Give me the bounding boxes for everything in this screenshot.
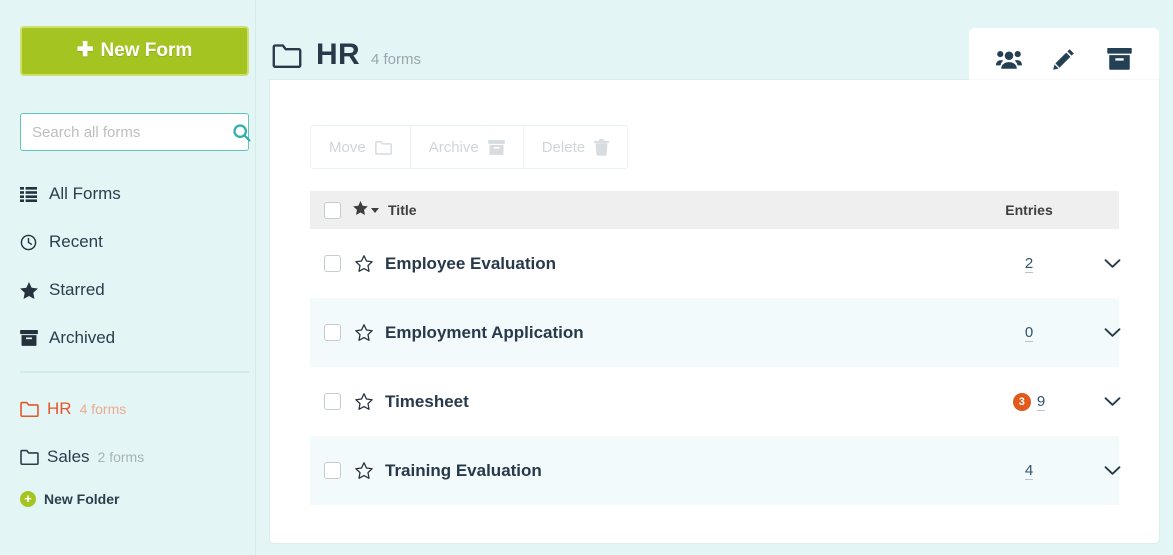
- sidebar-nav: All Forms Recent Starred Archived: [20, 179, 235, 353]
- folder-icon: [272, 43, 302, 68]
- entries-count-link[interactable]: 9: [1036, 393, 1046, 411]
- entries-cell: 3 9: [939, 392, 1121, 411]
- column-header-title: Title: [388, 202, 417, 218]
- search-icon[interactable]: [231, 122, 252, 143]
- entries-cell: 0: [939, 324, 1121, 342]
- folder-icon: [20, 401, 39, 417]
- page-subtitle: 4 forms: [370, 50, 421, 68]
- star-outline-icon[interactable]: [355, 393, 373, 410]
- edit-pencil-icon[interactable]: [1044, 39, 1084, 79]
- circle-plus-icon: +: [20, 491, 36, 507]
- move-button[interactable]: Move: [310, 125, 410, 169]
- entries-cell: 2: [939, 255, 1121, 273]
- chevron-down-icon[interactable]: [1104, 327, 1121, 338]
- sidebar-divider: [20, 371, 249, 373]
- table-row[interactable]: Training Evaluation 4: [310, 436, 1121, 505]
- sort-by-star-control[interactable]: [353, 200, 379, 220]
- column-header-entries: Entries: [1005, 202, 1053, 218]
- new-folder-label: New Folder: [44, 491, 120, 507]
- sidebar-folder-name: Sales: [47, 447, 90, 466]
- entries-count-link[interactable]: 4: [1024, 462, 1034, 480]
- archive-button[interactable]: Archive: [409, 125, 523, 169]
- archive-box-icon: [487, 139, 505, 155]
- clock-icon: [20, 234, 40, 251]
- sidebar-item-starred[interactable]: Starred: [20, 275, 235, 305]
- sidebar-item-all-forms[interactable]: All Forms: [20, 179, 235, 209]
- search-box[interactable]: [20, 113, 252, 151]
- star-outline-icon[interactable]: [355, 462, 373, 479]
- sidebar-item-archived[interactable]: Archived: [20, 323, 235, 353]
- archive-box-icon[interactable]: [1099, 39, 1139, 79]
- entries-count-link[interactable]: 2: [1024, 255, 1034, 273]
- entries-cell: 4: [939, 462, 1121, 480]
- members-icon[interactable]: [989, 39, 1029, 79]
- table-row[interactable]: Employee Evaluation 2: [310, 229, 1121, 298]
- star-filled-icon: [20, 281, 40, 299]
- form-title[interactable]: Employee Evaluation: [385, 254, 556, 274]
- sidebar-item-label: Archived: [49, 328, 116, 347]
- table-row[interactable]: Employment Application 0: [310, 298, 1121, 367]
- form-title[interactable]: Timesheet: [385, 392, 469, 412]
- app-root: ✚ New Form All: [0, 0, 1173, 555]
- select-all-checkbox[interactable]: [324, 201, 341, 219]
- row-checkbox[interactable]: [324, 255, 341, 272]
- sidebar-folder-sales[interactable]: Sales 2 forms: [20, 443, 235, 471]
- new-folder-button[interactable]: + New Folder: [20, 491, 235, 507]
- search-input[interactable]: [32, 123, 231, 141]
- row-checkbox[interactable]: [324, 324, 341, 341]
- sidebar-folder-count: 4 forms: [79, 401, 127, 417]
- sidebar-item-label: Recent: [49, 232, 103, 251]
- row-checkbox[interactable]: [324, 393, 341, 410]
- form-title[interactable]: Employment Application: [385, 323, 584, 343]
- sidebar-item-label: All Forms: [49, 184, 121, 203]
- archive-box-icon: [20, 330, 40, 346]
- trash-icon: [594, 138, 610, 156]
- new-form-button-label: New Form: [100, 40, 193, 61]
- folder-icon: [374, 140, 392, 155]
- sidebar-item-label: Starred: [49, 280, 105, 299]
- plus-icon: ✚: [76, 39, 94, 61]
- sidebar: ✚ New Form All: [0, 0, 256, 555]
- table-row[interactable]: Timesheet 3 9: [310, 367, 1121, 436]
- sidebar-folder-hr[interactable]: HR 4 forms: [20, 395, 235, 423]
- chevron-down-icon: [371, 207, 379, 213]
- bulk-action-toolbar: Move Archive Delete: [310, 125, 1159, 169]
- chevron-down-icon[interactable]: [1104, 465, 1121, 476]
- delete-button-label: Delete: [541, 138, 586, 156]
- row-checkbox[interactable]: [324, 462, 341, 479]
- entries-count-link[interactable]: 0: [1024, 324, 1034, 342]
- main-content: HR 4 forms Move Archive Delete Title Ent…: [256, 0, 1173, 555]
- list-icon: [20, 186, 40, 202]
- chevron-down-icon[interactable]: [1104, 258, 1121, 269]
- move-button-label: Move: [329, 138, 366, 156]
- folder-icon: [20, 449, 39, 465]
- new-form-button[interactable]: ✚ New Form: [20, 26, 249, 76]
- forms-table: Title Entries Employee Evaluation 2 Empl…: [310, 191, 1121, 505]
- unread-entries-badge[interactable]: 3: [1012, 392, 1031, 411]
- archive-button-label: Archive: [428, 138, 479, 156]
- sidebar-folder-name: HR: [47, 399, 72, 418]
- form-title[interactable]: Training Evaluation: [385, 461, 542, 481]
- delete-button[interactable]: Delete: [522, 125, 629, 169]
- page-title: HR: [316, 38, 360, 71]
- star-outline-icon[interactable]: [355, 255, 373, 272]
- table-header-row: Title Entries: [310, 191, 1119, 229]
- forms-panel: Move Archive Delete Title Entries Employ…: [270, 80, 1159, 543]
- star-outline-icon[interactable]: [355, 324, 373, 341]
- star-filled-icon: [353, 200, 368, 220]
- chevron-down-icon[interactable]: [1104, 396, 1121, 407]
- sidebar-folder-count: 2 forms: [97, 449, 145, 465]
- sidebar-item-recent[interactable]: Recent: [20, 227, 235, 257]
